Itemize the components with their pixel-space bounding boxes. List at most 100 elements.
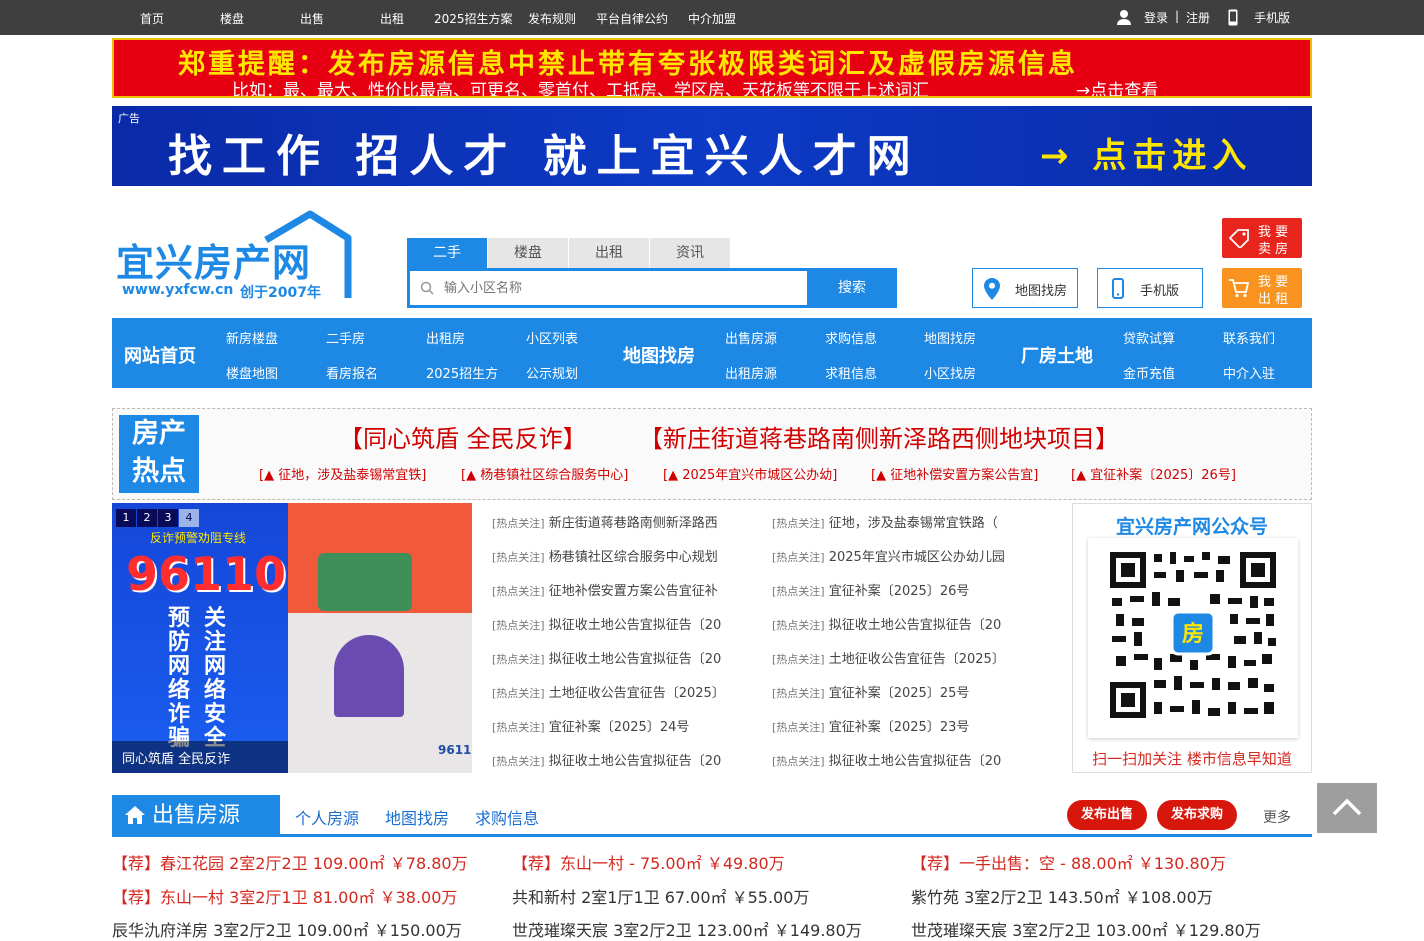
site-logo[interactable]: 宜兴房产网 www.yxfcw.cn 创于2007年 xyxy=(112,210,352,305)
tab-map-search[interactable]: 地图找房 xyxy=(385,805,449,829)
mobile-icon xyxy=(1112,278,1124,299)
top-nav-convention[interactable]: 平台自律公约 xyxy=(596,10,668,27)
slide-dot[interactable]: 1 xyxy=(116,509,136,527)
top-nav-sale[interactable]: 出售 xyxy=(300,10,324,27)
listing-item[interactable]: 世茂璀璨天宸 3室2厅2卫 103.00㎡ ￥129.80万 xyxy=(911,917,1261,941)
listing-item[interactable]: 【荐】东山一村 - 75.00㎡ ￥49.80万 xyxy=(512,850,785,874)
hot-headline-1[interactable]: 【同心筑盾 全民反诈】 xyxy=(339,419,587,454)
listing-item[interactable]: 世茂璀璨天宸 3室2厅2卫 123.00㎡ ￥149.80万 xyxy=(512,917,862,941)
nav-secondhand[interactable]: 二手房 xyxy=(326,328,365,347)
slide-poster-number: 96110 xyxy=(438,743,472,757)
nav-contact[interactable]: 联系我们 xyxy=(1223,328,1275,347)
cart-icon xyxy=(1229,279,1250,298)
publish-wanted-button[interactable]: 发布求购 xyxy=(1157,800,1237,830)
top-nav-enrollment[interactable]: 2025招生方案 xyxy=(434,10,513,27)
listing-item[interactable]: 辰华氿府洋房 3室2厅2卫 109.00㎡ ￥150.00万 xyxy=(112,917,462,941)
map-search-button[interactable]: 地图找房 xyxy=(972,268,1078,308)
nav-recharge[interactable]: 金币充值 xyxy=(1123,363,1175,382)
hot-link[interactable]: [▲ 2025年宜兴市城区公办幼] xyxy=(663,464,837,483)
nav-building-map[interactable]: 楼盘地图 xyxy=(226,363,278,382)
hot-link[interactable]: [▲ 征地补偿安置方案公告宜] xyxy=(871,464,1038,483)
back-to-top-button[interactable] xyxy=(1317,783,1377,833)
nav-enrollment[interactable]: 2025招生方 xyxy=(426,363,498,382)
listing-item[interactable]: 共和新村 2室1厅1卫 67.00㎡ ￥55.00万 xyxy=(512,884,809,908)
login-link[interactable]: 登录 xyxy=(1144,9,1168,26)
listing-item[interactable]: 【荐】一手出售：空 - 88.00㎡ ￥130.80万 xyxy=(911,850,1226,874)
news-item[interactable]: [热点关注] 新庄街道蒋巷路南侧新泽路西 xyxy=(492,512,742,531)
news-item[interactable]: [热点关注] 拟征收土地公告宜拟征告〔20 xyxy=(492,614,742,633)
top-nav-rules[interactable]: 发布规则 xyxy=(528,10,576,27)
news-item[interactable]: [热点关注] 拟征收土地公告宜拟征告〔20 xyxy=(492,648,742,667)
news-item[interactable]: [热点关注] 土地征收公告宜征告〔2025〕 xyxy=(492,682,742,701)
hot-link[interactable]: [▲ 宜征补案〔2025〕26号] xyxy=(1071,464,1236,483)
news-item[interactable]: [热点关注] 宜征补案〔2025〕24号 xyxy=(492,716,742,735)
register-link[interactable]: 注册 xyxy=(1186,9,1210,26)
notice-banner[interactable]: 郑重提醒：发布房源信息中禁止带有夸张极限类词汇及虚假房源信息 比如：最、最大、性… xyxy=(112,38,1312,98)
top-bar: 首页 楼盘 出售 出租 2025招生方案 发布规则 平台自律公约 中介加盟 登录… xyxy=(0,0,1424,35)
publish-sale-button[interactable]: 发布出售 xyxy=(1067,800,1147,830)
section-title[interactable]: 出售房源 xyxy=(112,795,280,837)
search-input[interactable] xyxy=(410,271,808,305)
nav-factory-land[interactable]: 厂房土地 xyxy=(1021,342,1093,368)
top-nav-buildings[interactable]: 楼盘 xyxy=(220,10,244,27)
ad-banner[interactable]: 广告 找工作 招人才 就上宜兴人才网 → 点击进入 xyxy=(112,106,1312,186)
top-nav-rent[interactable]: 出租 xyxy=(380,10,404,27)
nav-new-buildings[interactable]: 新房楼盘 xyxy=(226,328,278,347)
nav-community-find[interactable]: 小区找房 xyxy=(924,363,976,382)
search-tab-news[interactable]: 资讯 xyxy=(650,238,730,268)
tab-personal-listings[interactable]: 个人房源 xyxy=(295,805,359,829)
nav-map-search[interactable]: 地图找房 xyxy=(623,342,695,368)
search-box xyxy=(407,268,811,308)
search-tab-rent[interactable]: 出租 xyxy=(569,238,649,268)
image-slider[interactable]: 96110 1 2 3 4 反诈预警劝阻专线 96110 预防网络诈骗 关注网络… xyxy=(112,503,472,773)
news-item[interactable]: [热点关注] 征地，涉及盐泰锡常宜铁路（ xyxy=(772,512,1022,531)
news-item[interactable]: [热点关注] 拟征收土地公告宜拟征告〔20 xyxy=(492,750,742,769)
top-nav-agent-join[interactable]: 中介加盟 xyxy=(688,10,736,27)
news-item[interactable]: [热点关注] 杨巷镇社区综合服务中心规划 xyxy=(492,546,742,565)
more-link[interactable]: 更多 xyxy=(1263,807,1291,827)
mobile-link[interactable]: 手机版 xyxy=(1254,9,1290,26)
search-button[interactable]: 搜索 xyxy=(807,268,897,308)
listing-item[interactable]: 【荐】春江花园 2室2厅2卫 109.00㎡ ￥78.80万 xyxy=(112,850,468,874)
wechat-panel: 宜兴房产网公众号 房 扫一扫加关注 楼市信息早知道 xyxy=(1072,503,1312,773)
sell-house-button[interactable]: 我 要 卖 房 xyxy=(1222,218,1302,258)
mobile-version-button[interactable]: 手机版 xyxy=(1097,268,1203,308)
news-item[interactable]: [热点关注] 土地征收公告宜征告〔2025〕 xyxy=(772,648,1022,667)
nav-home[interactable]: 网站首页 xyxy=(124,342,196,368)
search-tab-secondhand[interactable]: 二手 xyxy=(407,238,487,268)
nav-rentals[interactable]: 出租房 xyxy=(426,328,465,347)
nav-wanted-rent[interactable]: 求租信息 xyxy=(825,363,877,382)
news-item[interactable]: [热点关注] 拟征收土地公告宜拟征告〔20 xyxy=(772,614,1022,633)
ad-cta[interactable]: → 点击进入 xyxy=(1040,128,1252,177)
nav-agent-join[interactable]: 中介入驻 xyxy=(1223,363,1275,382)
news-item[interactable]: [热点关注] 2025年宜兴市城区公办幼儿园 xyxy=(772,546,1022,565)
notice-link[interactable]: →点击查看 xyxy=(1076,76,1158,96)
nav-viewing-signup[interactable]: 看房报名 xyxy=(326,363,378,382)
slide-dot[interactable]: 2 xyxy=(137,509,157,527)
listing-item[interactable]: 【荐】东山一村 3室2厅1卫 81.00㎡ ￥38.00万 xyxy=(112,884,457,908)
hot-link[interactable]: [▲ 征地，涉及盐泰锡常宜铁] xyxy=(259,464,426,483)
nav-wanted-buy[interactable]: 求购信息 xyxy=(825,328,877,347)
news-item[interactable]: [热点关注] 拟征收土地公告宜拟征告〔20 xyxy=(772,750,1022,769)
slide-dot[interactable]: 3 xyxy=(158,509,178,527)
nav-public-planning[interactable]: 公示规划 xyxy=(526,363,578,382)
news-item[interactable]: [热点关注] 征地补偿安置方案公告宜征补 xyxy=(492,580,742,599)
slide-dot-active[interactable]: 4 xyxy=(179,509,199,527)
listing-item[interactable]: 紫竹苑 3室2厅2卫 143.50㎡ ￥108.00万 xyxy=(911,884,1213,908)
tab-wanted-buy[interactable]: 求购信息 xyxy=(475,805,539,829)
tag-icon xyxy=(1228,229,1249,248)
top-nav-home[interactable]: 首页 xyxy=(140,10,164,27)
sell-label-2: 卖 房 xyxy=(1258,242,1289,257)
news-item[interactable]: [热点关注] 宜征补案〔2025〕25号 xyxy=(772,682,1022,701)
search-tab-buildings[interactable]: 楼盘 xyxy=(488,238,568,268)
hot-link[interactable]: [▲ 杨巷镇社区综合服务中心] xyxy=(461,464,628,483)
nav-community-list[interactable]: 小区列表 xyxy=(526,328,578,347)
hot-headline-2[interactable]: 【新庄街道蒋巷路南侧新泽路西侧地块项目】 xyxy=(639,419,1119,454)
nav-loan-calc[interactable]: 贷款试算 xyxy=(1123,328,1175,347)
rent-house-button[interactable]: 我 要 出 租 xyxy=(1222,268,1302,308)
nav-for-sale[interactable]: 出售房源 xyxy=(725,328,777,347)
nav-for-rent[interactable]: 出租房源 xyxy=(725,363,777,382)
nav-map-find[interactable]: 地图找房 xyxy=(924,328,976,347)
news-item[interactable]: [热点关注] 宜征补案〔2025〕23号 xyxy=(772,716,1022,735)
news-item[interactable]: [热点关注] 宜征补案〔2025〕26号 xyxy=(772,580,1022,599)
